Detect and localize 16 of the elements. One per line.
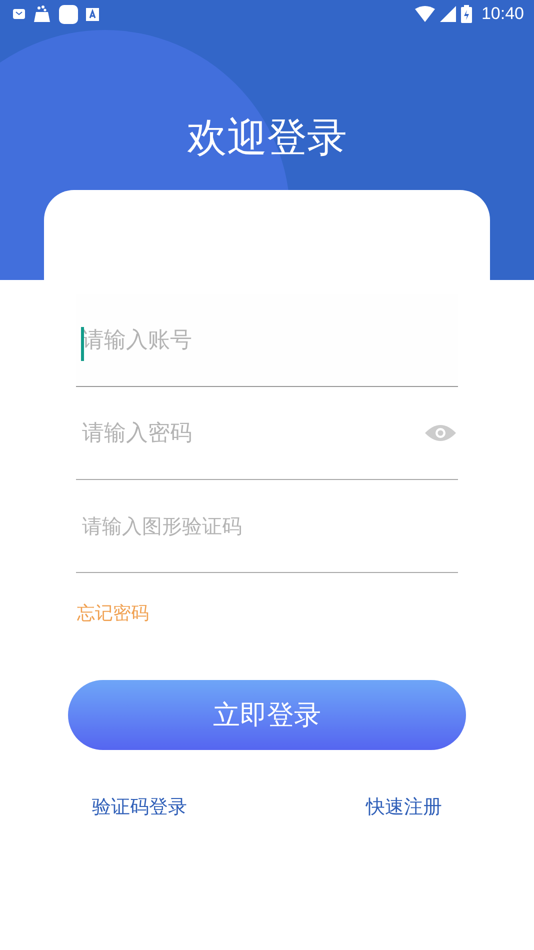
code-login-link[interactable]: 验证码登录 [92,794,187,820]
text-cursor [81,327,84,361]
app-icon [86,8,99,20]
eye-icon[interactable] [425,423,456,443]
input-field[interactable]: 请输入图形验证码 [76,480,458,573]
signal-icon [440,6,456,22]
mail-icon [13,8,25,20]
login-button[interactable]: 立即登录 [68,680,466,750]
wifi-icon [415,6,436,22]
clock-time: 10:40 [481,4,524,24]
app-icon [59,4,78,24]
password-field[interactable]: 请输入密码 [76,387,458,480]
page-title: 欢迎登录 [186,114,348,163]
bag-icon [33,5,51,23]
battery-icon [461,5,472,23]
register-link[interactable]: 快速注册 [366,794,442,820]
